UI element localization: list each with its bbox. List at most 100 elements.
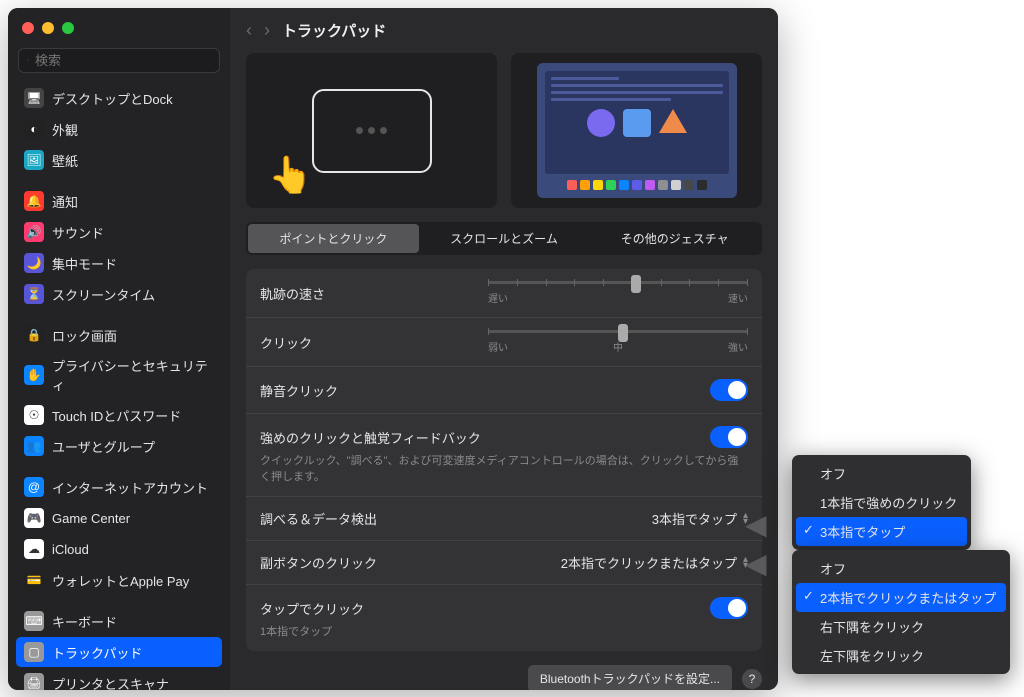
secondary-click-row: 副ボタンのクリック 2本指でクリックまたはタップ ▴▾: [246, 541, 762, 585]
search-input[interactable]: [35, 53, 211, 68]
sidebar-item-label: 集中モード: [52, 254, 117, 273]
wallet-icon: 💳: [24, 570, 44, 590]
sidebar-item-lock[interactable]: 🔒 ロック画面: [16, 320, 222, 350]
click-slider[interactable]: 弱い中強い: [488, 330, 748, 354]
footer: Bluetoothトラックパッドを設定... ?: [246, 665, 762, 690]
sidebar-item-trackpad[interactable]: ▢ トラックパッド: [16, 637, 222, 667]
sidebar-item-icloud[interactable]: ☁ iCloud: [16, 534, 222, 564]
sidebar-item-label: トラックパッド: [52, 643, 142, 662]
sidebar-item-users[interactable]: 👥 ユーザとグループ: [16, 431, 222, 461]
force-click-row: 強めのクリックと触覚フィードバック クイックルック、"調べる"、および可変速度メ…: [246, 414, 762, 497]
sidebar-item-label: 外観: [52, 120, 78, 139]
sidebar-item-wallet[interactable]: 💳 ウォレットとApple Pay: [16, 565, 222, 595]
sidebar-item-label: Touch IDとパスワード: [52, 406, 181, 425]
click-strength-row: クリック 弱い中強い: [246, 318, 762, 367]
focus-icon: 🌙: [24, 253, 44, 273]
hourglass-icon: ⏳: [24, 284, 44, 304]
back-button[interactable]: ‹: [246, 20, 252, 41]
hand-pointer-icon: 👆: [268, 154, 313, 196]
sidebar-item-label: プリンタとスキャナ: [52, 674, 169, 691]
bluetooth-setup-button[interactable]: Bluetoothトラックパッドを設定...: [528, 665, 732, 690]
sidebar-item-hourglass[interactable]: ⏳ スクリーンタイム: [16, 279, 222, 309]
click-label: クリック: [260, 333, 312, 352]
gesture-preview: [511, 53, 762, 208]
force-click-toggle[interactable]: [710, 426, 748, 448]
sidebar-item-printer[interactable]: 🖨 プリンタとスキャナ: [16, 668, 222, 690]
at-icon: @: [24, 477, 44, 497]
sidebar-item-label: サウンド: [52, 223, 104, 242]
content: 👆: [230, 53, 778, 690]
secondary-select[interactable]: 2本指でクリックまたはタップ ▴▾: [561, 553, 748, 572]
page-title: トラックパッド: [282, 20, 386, 41]
maximize-button[interactable]: [62, 22, 74, 34]
touchid-icon: ☉: [24, 405, 44, 425]
silent-click-row: 静音クリック: [246, 367, 762, 414]
sidebar-item-gamecenter[interactable]: 🎮Game Center: [16, 503, 222, 533]
trackpad-icon: ▢: [24, 642, 44, 662]
sidebar: 🖥デスクトップとDock ◐ 外観 🖼 壁紙 🔔 通知 🔊 サウンド 🌙 集中モード ⏳ スクリーンタイ…: [8, 8, 230, 690]
sidebar-items: 🖥デスクトップとDock ◐ 外観 🖼 壁紙 🔔 通知 🔊 サウンド 🌙 集中モード ⏳ スクリーンタイ…: [8, 83, 230, 690]
help-button[interactable]: ?: [742, 669, 762, 689]
sidebar-item-label: ユーザとグループ: [52, 437, 155, 456]
sidebar-item-keyboard[interactable]: ⌨ キーボード: [16, 606, 222, 636]
menu-option[interactable]: 2本指でクリックまたはタップ: [796, 583, 1006, 612]
users-icon: 👥: [24, 436, 44, 456]
search-field[interactable]: [18, 48, 220, 73]
sidebar-item-privacy[interactable]: ✋ プライバシーとセキュリティ: [16, 351, 222, 399]
trackpad-icon: [312, 89, 432, 173]
callout-arrow-icon: ◀: [745, 508, 767, 541]
menu-option[interactable]: 右下隅をクリック: [796, 612, 1006, 641]
bell-icon: 🔔: [24, 191, 44, 211]
header: ‹ › トラックパッド: [230, 8, 778, 53]
sidebar-item-label: iCloud: [52, 542, 89, 557]
lock-icon: 🔒: [24, 325, 44, 345]
menu-option[interactable]: 左下隅をクリック: [796, 641, 1006, 670]
tap-to-click-row: タップでクリック 1本指でタップ: [246, 585, 762, 651]
sidebar-item-sound[interactable]: 🔊 サウンド: [16, 217, 222, 247]
sidebar-item-bell[interactable]: 🔔 通知: [16, 186, 222, 216]
settings-panel: 軌跡の速さ 遅い速い クリック 弱い中強い: [246, 269, 762, 651]
printer-icon: 🖨: [24, 673, 44, 690]
silent-click-toggle[interactable]: [710, 379, 748, 401]
secondary-popover: オフ2本指でクリックまたはタップ右下隅をクリック左下隅をクリック: [792, 550, 1010, 674]
tab[interactable]: ポイントとクリック: [248, 224, 419, 253]
sidebar-item-touchid[interactable]: ☉ Touch IDとパスワード: [16, 400, 222, 430]
sound-icon: 🔊: [24, 222, 44, 242]
tracking-speed-row: 軌跡の速さ 遅い速い: [246, 269, 762, 318]
icloud-icon: ☁: [24, 539, 44, 559]
privacy-icon: ✋: [24, 365, 44, 385]
appearance-icon: ◐: [24, 119, 44, 139]
desktop-icon: 🖥: [24, 88, 44, 108]
sidebar-item-wallpaper[interactable]: 🖼 壁紙: [16, 145, 222, 175]
lookup-row: 調べる＆データ検出 3本指でタップ ▴▾: [246, 497, 762, 541]
sidebar-item-label: スクリーンタイム: [52, 285, 155, 304]
gamecenter-icon: 🎮: [24, 508, 44, 528]
sidebar-item-appearance[interactable]: ◐ 外観: [16, 114, 222, 144]
menu-option[interactable]: 3本指でタップ: [796, 517, 967, 546]
close-button[interactable]: [22, 22, 34, 34]
tap-to-click-toggle[interactable]: [710, 597, 748, 619]
menu-option[interactable]: 1本指で強めのクリック: [796, 488, 967, 517]
window-controls: [8, 8, 230, 44]
sidebar-item-focus[interactable]: 🌙 集中モード: [16, 248, 222, 278]
tabs: ポイントとクリックスクロールとズームその他のジェスチャ: [246, 222, 762, 255]
sidebar-item-label: ロック画面: [52, 326, 117, 345]
keyboard-icon: ⌨: [24, 611, 44, 631]
sidebar-item-label: 通知: [52, 192, 78, 211]
sidebar-item-at[interactable]: @インターネットアカウント: [16, 472, 222, 502]
sidebar-item-desktop[interactable]: 🖥デスクトップとDock: [16, 83, 222, 113]
lookup-select[interactable]: 3本指でタップ ▴▾: [652, 509, 748, 528]
tracking-slider[interactable]: 遅い速い: [488, 281, 748, 305]
sidebar-item-label: 壁紙: [52, 151, 78, 170]
tab[interactable]: スクロールとズーム: [419, 224, 590, 253]
main-content: ‹ › トラックパッド 👆: [230, 8, 778, 690]
menu-option[interactable]: オフ: [796, 554, 1006, 583]
forward-button[interactable]: ›: [264, 20, 270, 41]
minimize-button[interactable]: [42, 22, 54, 34]
sidebar-item-label: キーボード: [52, 612, 117, 631]
sidebar-item-label: プライバシーとセキュリティ: [52, 356, 214, 394]
wallpaper-icon: 🖼: [24, 150, 44, 170]
menu-option[interactable]: オフ: [796, 459, 967, 488]
tab[interactable]: その他のジェスチャ: [589, 224, 760, 253]
sidebar-item-label: ウォレットとApple Pay: [52, 571, 189, 590]
